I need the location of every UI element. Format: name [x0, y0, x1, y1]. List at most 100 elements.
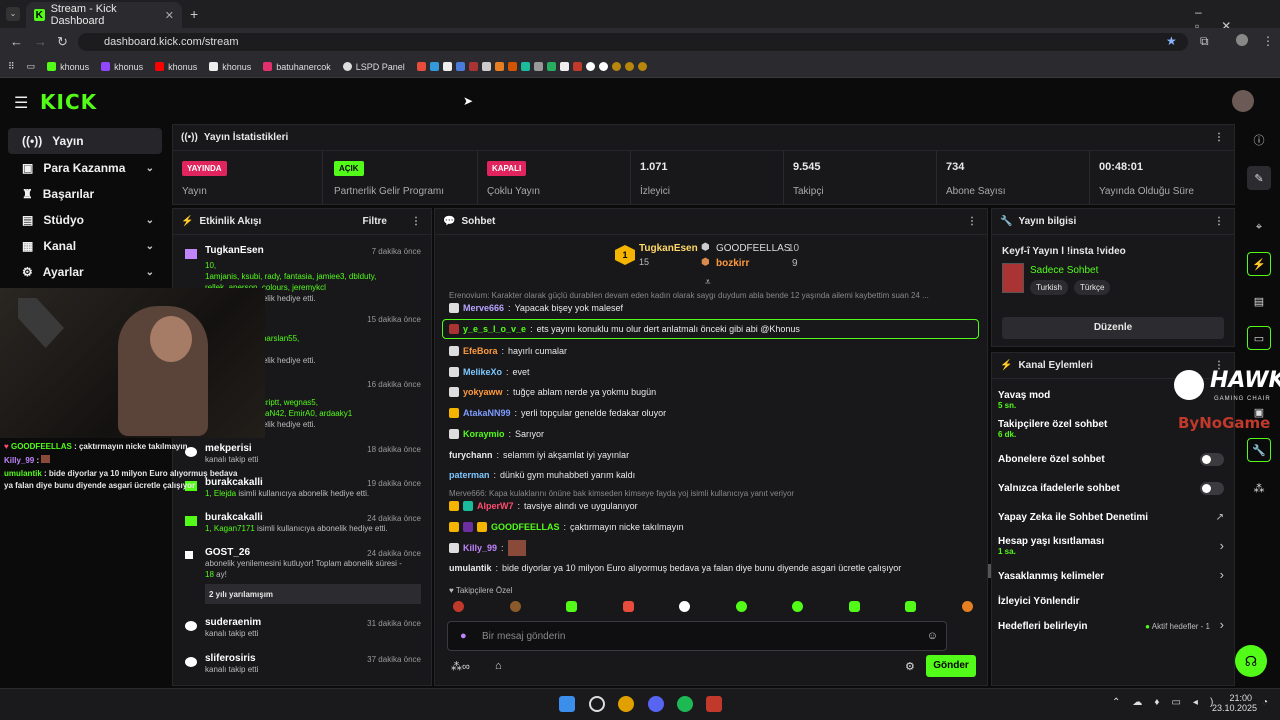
filter-button[interactable]: Filtre: [363, 216, 387, 227]
slow-mode-item[interactable]: Yavaş mod 5 sn.: [998, 390, 1050, 410]
category-thumbnail[interactable]: [1002, 263, 1024, 293]
sidebar-item-basarilar[interactable]: ♜ Başarılar: [8, 181, 162, 207]
sidebar-item-studyo[interactable]: ▤ Stüdyo ⌄: [8, 207, 162, 233]
ai-moderation-item[interactable]: Yapay Zeka ile Sohbet Denetimi: [998, 512, 1148, 523]
discord-icon[interactable]: [648, 696, 664, 712]
external-link-icon[interactable]: ↗: [1216, 512, 1224, 523]
emote-icon[interactable]: [566, 601, 578, 612]
new-tab-icon[interactable]: +: [190, 6, 198, 22]
system-tray-icons[interactable]: ⌃☁♦▭◂): [1112, 697, 1225, 708]
emote-icon[interactable]: [905, 601, 917, 612]
send-button[interactable]: Gönder: [926, 655, 976, 677]
chat-settings-icon[interactable]: ⚙: [905, 660, 915, 673]
chat-message[interactable]: Merve666: Yapacak bişey yok malesef: [449, 303, 623, 313]
banned-words-item[interactable]: Yasaklanmış kelimeler: [998, 571, 1104, 582]
chat-message[interactable]: Killy_99:: [449, 540, 526, 556]
sidebar-item-ayarlar[interactable]: ⚙ Ayarlar ⌄: [8, 259, 162, 285]
chat-message[interactable]: AtakaNN99: yerli topçular genelde fedaka…: [449, 408, 666, 418]
wrench-icon[interactable]: 🔧: [1247, 438, 1271, 462]
emote-icon[interactable]: [509, 601, 521, 612]
close-tab-icon[interactable]: ✕: [165, 9, 174, 22]
user-avatar[interactable]: [1232, 90, 1254, 112]
bookmark-icons[interactable]: [416, 62, 647, 71]
support-headset-icon[interactable]: ☊: [1235, 645, 1267, 677]
more-icon[interactable]: ⋮: [967, 216, 977, 227]
chat-message[interactable]: yokyaww: tuğçe ablam nerde ya yokmu bugü…: [449, 387, 656, 397]
notification-icon[interactable]: ◔: [1262, 697, 1268, 708]
bookmark-x[interactable]: khonus: [209, 62, 251, 72]
emote-icon[interactable]: [961, 601, 973, 612]
profile-avatar[interactable]: [1236, 34, 1248, 46]
more-icon[interactable]: ⋮: [411, 216, 421, 227]
bookmark-youtube[interactable]: khonus: [155, 62, 197, 72]
followers-only-item[interactable]: Takipçilere özel sohbet 6 dk.: [998, 419, 1107, 439]
viewer-redirect-item[interactable]: İzleyici Yönlendir: [998, 596, 1080, 607]
folder-icon[interactable]: ▭: [27, 61, 36, 72]
emote-icon[interactable]: [622, 601, 634, 612]
video-icon[interactable]: ▣: [1247, 400, 1271, 424]
chat-message[interactable]: GOODFEELLAS: çaktırmayın nicke takılmayı…: [449, 522, 684, 532]
chrome-icon[interactable]: [618, 696, 634, 712]
emote-icon[interactable]: [679, 601, 691, 612]
expand-icon[interactable]: ⩡: [705, 277, 711, 288]
forward-icon[interactable]: →: [34, 34, 47, 49]
edit-pencil-icon[interactable]: ✎: [1247, 166, 1271, 190]
emote-only-item[interactable]: Yalnızca ifadelerle sohbet: [998, 483, 1120, 494]
chat-message[interactable]: furychann: selamm iyi akşamlat iyi yayın…: [449, 450, 629, 460]
sidebar-item-para-kazanma[interactable]: ▣ Para Kazanma ⌄: [8, 155, 162, 181]
more-icon[interactable]: ⋮: [1214, 216, 1224, 227]
store-icon[interactable]: ⌂: [495, 660, 502, 672]
tab-search-icon[interactable]: ⌄: [6, 7, 20, 21]
chat-icon[interactable]: ▭: [1247, 326, 1271, 350]
chat-message[interactable]: AlperW7: tavsiye alındı ve uygulanıyor: [449, 501, 638, 511]
emote-icon[interactable]: [792, 601, 804, 612]
subscribers-only-toggle[interactable]: [1200, 453, 1224, 466]
channel-points-icon[interactable]: ⁂∞: [451, 660, 470, 673]
scan-icon[interactable]: ⌖: [1247, 215, 1271, 239]
chevron-right-icon[interactable]: ›: [1220, 538, 1224, 553]
bookmark-kick[interactable]: khonus: [47, 62, 89, 72]
microphone-icon[interactable]: ●: [460, 630, 467, 642]
chevron-right-icon[interactable]: ›: [1220, 567, 1224, 582]
hamburger-menu-icon[interactable]: ☰: [14, 93, 28, 113]
emote-icon[interactable]: [735, 601, 747, 612]
apps-icon[interactable]: ⁂: [1247, 476, 1271, 500]
chat-message[interactable]: y_e_s_l_o_v_e: ets yayını konuklu mu olu…: [449, 324, 800, 334]
emote-only-toggle[interactable]: [1200, 482, 1224, 495]
chat-message[interactable]: Koraymio: Sarıyor: [449, 429, 544, 439]
apps-icon[interactable]: ⠿: [8, 61, 15, 72]
document-icon[interactable]: ▤: [1247, 289, 1271, 313]
sidebar-item-kanal[interactable]: ▦ Kanal ⌄: [8, 233, 162, 259]
emote-icon[interactable]: [453, 601, 464, 612]
chat-message[interactable]: umulantik: bide diyorlar ya 10 milyon Eu…: [449, 563, 901, 573]
goals-item[interactable]: Hedefleri belirleyin: [998, 621, 1087, 632]
account-age-item[interactable]: Hesap yaşı kısıtlaması 1 sa.: [998, 536, 1104, 556]
search-icon[interactable]: [589, 696, 605, 712]
chevron-right-icon[interactable]: ›: [1220, 617, 1224, 632]
bookmark-lspd[interactable]: LSPD Panel: [342, 62, 405, 72]
emoji-icon[interactable]: ☺: [927, 630, 938, 642]
lightning-icon[interactable]: ⚡: [1247, 252, 1271, 276]
browser-menu-icon[interactable]: ⋮: [1262, 34, 1274, 48]
bookmark-star-icon[interactable]: ★: [1166, 34, 1177, 48]
subscribers-only-item[interactable]: Abonelere özel sohbet: [998, 454, 1105, 465]
clock[interactable]: 21:00 23.10.2025: [1212, 693, 1257, 713]
url-field[interactable]: dashboard.kick.com/stream: [78, 33, 1188, 51]
extensions-icon[interactable]: ⧉: [1200, 34, 1209, 49]
windows-start-icon[interactable]: [559, 696, 575, 712]
spotify-icon[interactable]: [677, 696, 693, 712]
reload-icon[interactable]: ↻: [57, 34, 68, 50]
app-icon[interactable]: [706, 696, 722, 712]
more-icon[interactable]: ⋮: [1214, 132, 1224, 143]
category-name[interactable]: Sadece Sohbet: [1030, 265, 1098, 276]
chat-message[interactable]: MelikeXo: evet: [449, 367, 530, 377]
bookmark-twitch[interactable]: khonus: [101, 62, 143, 72]
info-icon[interactable]: ⓘ: [1247, 128, 1271, 152]
kick-logo[interactable]: KICK: [40, 90, 97, 114]
message-input[interactable]: ● Bir mesaj gönderin ☺: [447, 621, 947, 651]
browser-tab[interactable]: K Stream - Kick Dashboard ✕: [26, 2, 182, 28]
edit-button[interactable]: Düzenle: [1002, 317, 1224, 339]
back-icon[interactable]: ←: [10, 34, 23, 49]
bookmark-instagram[interactable]: batuhanercok: [263, 62, 331, 72]
chat-message[interactable]: EfeBora: hayırlı cumalar: [449, 346, 567, 356]
